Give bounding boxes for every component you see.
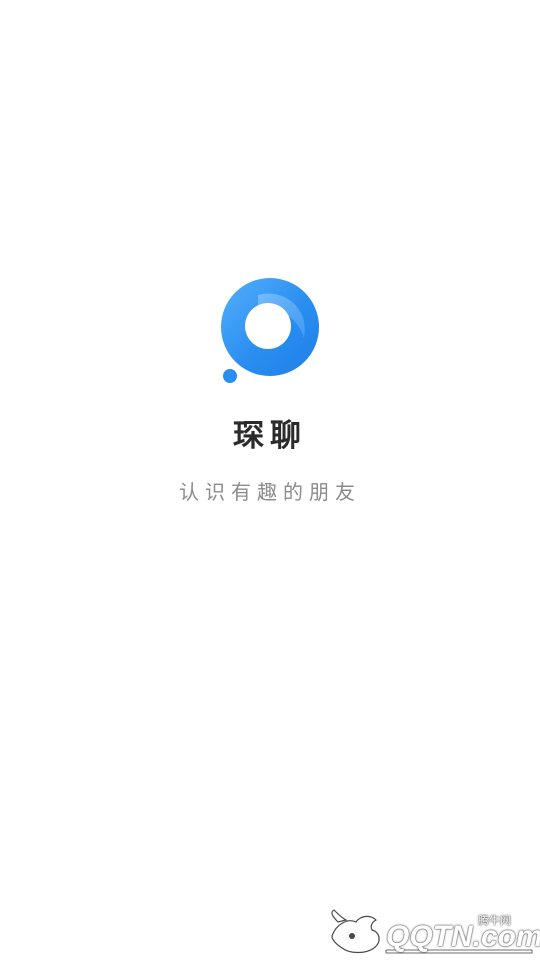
watermark-brand-text: QQTN.com <box>386 920 540 953</box>
splash-screen: 琛聊 认识有趣的朋友 腾牛网 QQTN.com <box>0 0 540 960</box>
app-title: 琛聊 <box>233 418 307 454</box>
app-slogan: 认识有趣的朋友 <box>179 480 361 504</box>
app-logo-icon <box>221 278 319 383</box>
site-watermark: 腾牛网 QQTN.com <box>326 906 540 958</box>
